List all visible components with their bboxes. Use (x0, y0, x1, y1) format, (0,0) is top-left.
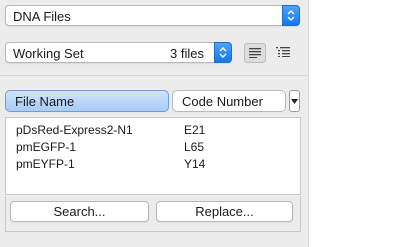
list-item[interactable]: pDsRed-Express2-N1 E21 (6, 122, 300, 139)
replace-button[interactable]: Replace... (156, 201, 293, 222)
chevron-down-icon (291, 99, 298, 104)
file-name-column-header[interactable]: File Name (5, 90, 169, 112)
dna-files-stepper-icon (282, 5, 300, 26)
list-item[interactable]: pmEYFP-1 Y14 (6, 156, 300, 173)
working-set-label: Working Set (13, 46, 84, 61)
file-name: pmEGFP-1 (16, 140, 77, 154)
working-set-stepper-icon (214, 42, 232, 63)
file-name: pDsRed-Express2-N1 (16, 123, 133, 137)
file-list[interactable]: pDsRed-Express2-N1 E21 pmEGFP-1 L65 pmEY… (5, 117, 301, 195)
search-button[interactable]: Search... (10, 201, 149, 222)
code-number-column-label: Code Number (182, 94, 263, 109)
list-item[interactable]: pmEGFP-1 L65 (6, 139, 300, 156)
detail-view-button[interactable] (272, 43, 294, 63)
code-number-column-header[interactable]: Code Number (172, 90, 286, 112)
dna-files-popup-label: DNA Files (13, 9, 71, 24)
code-number: L65 (184, 140, 205, 154)
divider (0, 75, 308, 76)
working-set-popup[interactable]: Working Set 3 files (5, 42, 232, 63)
bullet-list-icon (276, 47, 290, 57)
dna-files-popup[interactable]: DNA Files (5, 5, 300, 26)
file-count: 3 files (170, 46, 204, 61)
code-number: Y14 (184, 157, 206, 171)
list-view-button[interactable] (244, 43, 266, 63)
file-name: pmEYFP-1 (16, 157, 75, 171)
file-name-column-label: File Name (15, 94, 75, 109)
dna-files-panel: DNA Files Working Set 3 files File Name … (0, 0, 309, 247)
lines-icon (249, 48, 261, 58)
code-number: E21 (184, 123, 206, 137)
column-menu-button[interactable] (289, 90, 300, 112)
